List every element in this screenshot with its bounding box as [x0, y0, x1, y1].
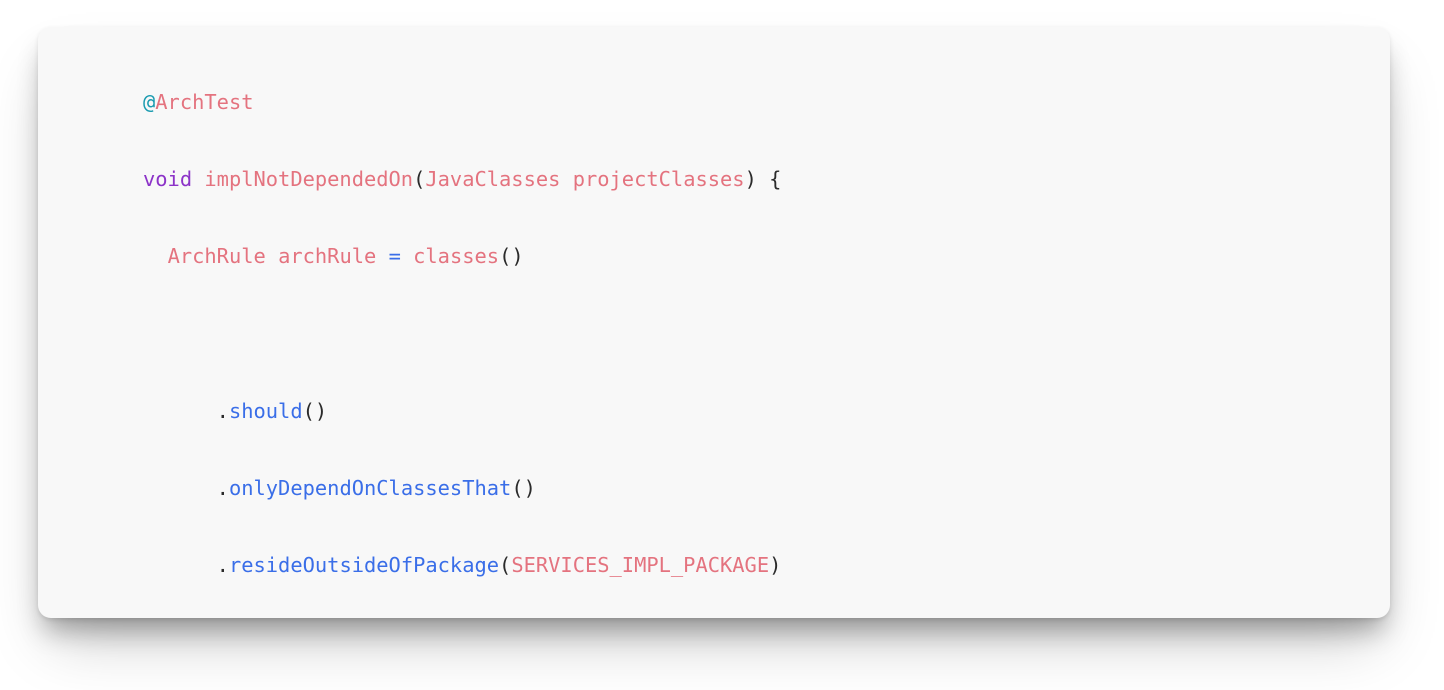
code-token-punctuation: () [302, 398, 328, 423]
code-token-punctuation: () [499, 244, 524, 269]
code-token-method: resideOutsideOfPackage [228, 553, 500, 578]
code-token-punctuation: ( [413, 167, 426, 192]
code-token-variable: classes [413, 244, 500, 269]
code-token-keyword: void [143, 167, 193, 192]
code-token-punctuation: . [216, 475, 229, 500]
code-token-punctuation: . [216, 398, 229, 423]
code-token-method: onlyDependOnClassesThat [228, 475, 512, 500]
code-line: @ArchTest [143, 83, 941, 122]
code-line: void implNotDependedOn(JavaClasses proje… [143, 160, 941, 199]
code-token-type: ArchRule [167, 244, 266, 269]
code-token-operator: = [388, 244, 401, 269]
code-token-punctuation: ( [499, 553, 512, 578]
code-token-method: should [228, 398, 303, 423]
code-token-punctuation: ) [769, 553, 782, 578]
screenshot-canvas: @ArchTest void implNotDependedOn(JavaCla… [0, 0, 1444, 690]
code-token-punctuation: () [511, 475, 536, 500]
code-token-type: implNotDependedOn [204, 167, 414, 192]
code-token-annotation-name: ArchTest [155, 90, 254, 114]
code-token-punctuation: ) [744, 167, 757, 192]
code-token-constant: SERVICES_IMPL_PACKAGE [511, 553, 770, 578]
code-line: .onlyDependOnClassesThat() [143, 469, 941, 508]
code-token-punctuation: { [769, 167, 782, 192]
code-line: .should() [143, 392, 941, 431]
code-line: ArchRule archRule = classes() [143, 237, 941, 276]
code-token-type: JavaClasses [425, 167, 561, 192]
code-token-variable: projectClasses [572, 167, 745, 192]
code-token-annotation-at: @ [143, 90, 156, 114]
code-line: .resideOutsideOfPackage(SERVICES_IMPL_PA… [143, 546, 941, 585]
code-token-punctuation: . [216, 553, 229, 578]
code-token-variable: archRule [278, 244, 377, 269]
code-snippet-card: @ArchTest void implNotDependedOn(JavaCla… [38, 27, 1390, 618]
code-block: @ArchTest void implNotDependedOn(JavaCla… [38, 27, 941, 618]
